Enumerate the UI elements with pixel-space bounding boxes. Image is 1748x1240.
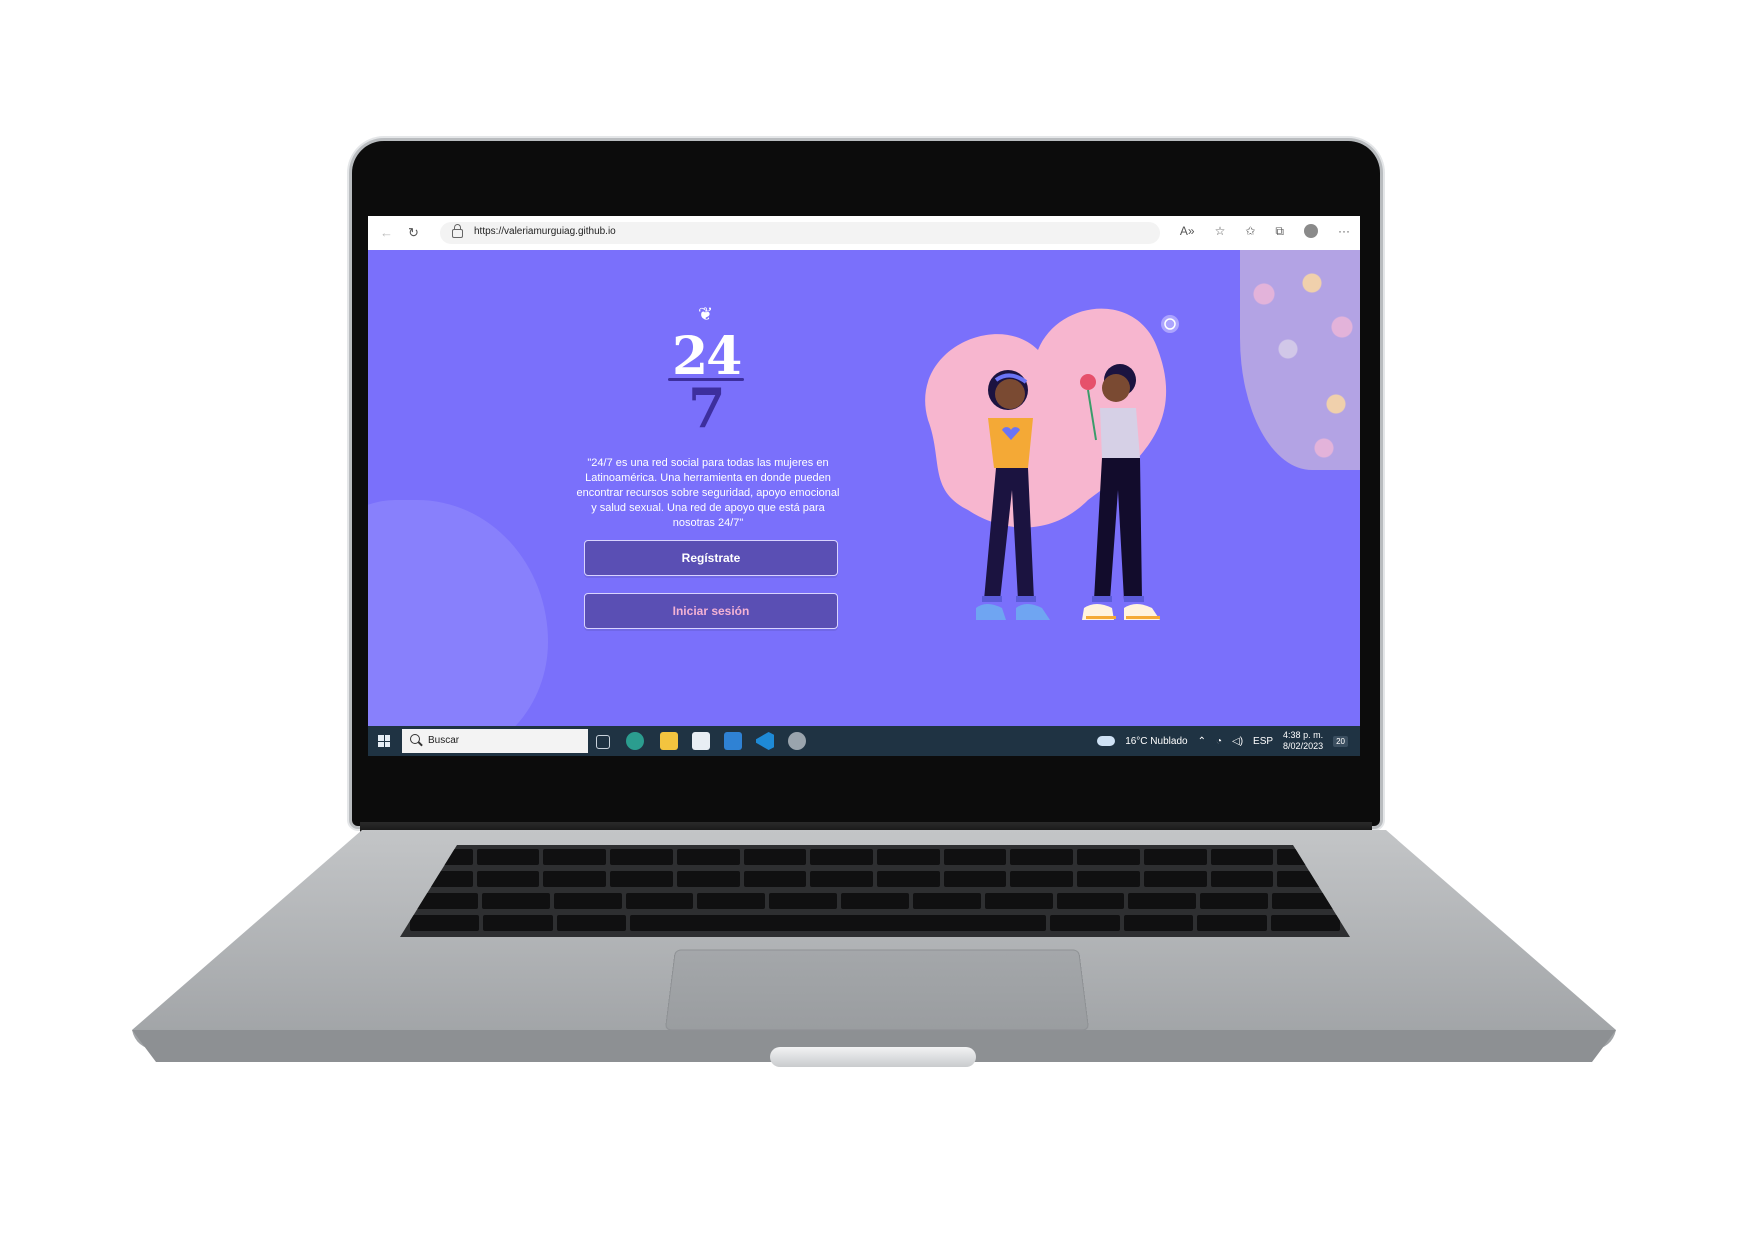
task-view-icon[interactable] [596,735,610,749]
favorite-icon[interactable]: ☆ [1215,224,1226,239]
clock[interactable]: 4:38 p. m. 8/02/2023 [1283,730,1323,752]
url-text[interactable]: https://valeriamurguiag.github.io [474,226,616,237]
floral-pattern [1240,250,1360,470]
lock-icon [452,224,463,238]
refresh-icon[interactable]: ↻ [408,225,419,241]
cloud-icon [1097,736,1116,746]
clock-time: 4:38 p. m. [1283,730,1324,740]
taskbar-search[interactable]: Buscar [402,729,588,753]
vscode-icon[interactable] [756,732,774,750]
search-icon [410,734,420,744]
profile-icon[interactable] [1304,224,1318,238]
windows-icon[interactable] [378,735,390,747]
tagline: "24/7 es una red social para todas las m… [576,457,840,529]
browser-toolbar: ← ↻ https://valeriamurguiag.github.io A»… [368,216,1360,251]
system-tray: 16°C Nublado ⌃ ◔ ◁) ESP 4:38 p. m. 8/02/… [1097,726,1348,756]
read-aloud-icon[interactable]: A» [1180,224,1195,239]
register-button[interactable]: Regístrate [584,540,838,576]
lid-notch [770,1047,976,1067]
mail-icon[interactable] [724,732,742,750]
keyboard [400,845,1350,937]
store-icon[interactable] [692,732,710,750]
clock-date: 8/02/2023 [1283,741,1324,751]
laptop-screen: ← ↻ https://valeriamurguiag.github.io A»… [368,216,1360,756]
more-icon[interactable]: ··· [1338,224,1350,239]
edge-icon[interactable] [626,732,644,750]
women-illustration [925,308,1179,620]
taskbar: Buscar 16°C Nublado ⌃ ◔ ◁) ESP 4:38 p. m… [368,726,1360,756]
back-arrow-icon[interactable]: ← [380,225,393,241]
logo-number-7: 7 [688,376,726,440]
sprout-icon: ❦ [698,304,714,324]
search-placeholder: Buscar [428,735,460,746]
collections-icon[interactable]: ⧉ [1275,224,1284,239]
weather-text[interactable]: 16°C Nublado [1125,736,1187,747]
decorative-wave [368,500,548,726]
notification-badge[interactable]: 20 [1333,735,1348,747]
volume-icon[interactable]: ◁) [1232,736,1243,747]
file-explorer-icon[interactable] [660,732,678,750]
web-page: ❦ 24 7 "24/7 es una red social para toda… [368,250,1360,726]
login-button[interactable]: Iniciar sesión [584,593,838,629]
browser-actions: A» ☆ ✩ ⧉ ··· [1180,224,1350,239]
app-logo: ❦ 24 7 [668,302,748,442]
language-indicator[interactable]: ESP [1253,736,1273,747]
chevron-up-icon[interactable]: ⌃ [1198,736,1206,747]
chrome-icon[interactable] [788,732,806,750]
network-icon[interactable]: ◔ [1216,736,1222,747]
favorites-icon[interactable]: ✩ [1245,224,1255,239]
trackpad [664,949,1090,1031]
